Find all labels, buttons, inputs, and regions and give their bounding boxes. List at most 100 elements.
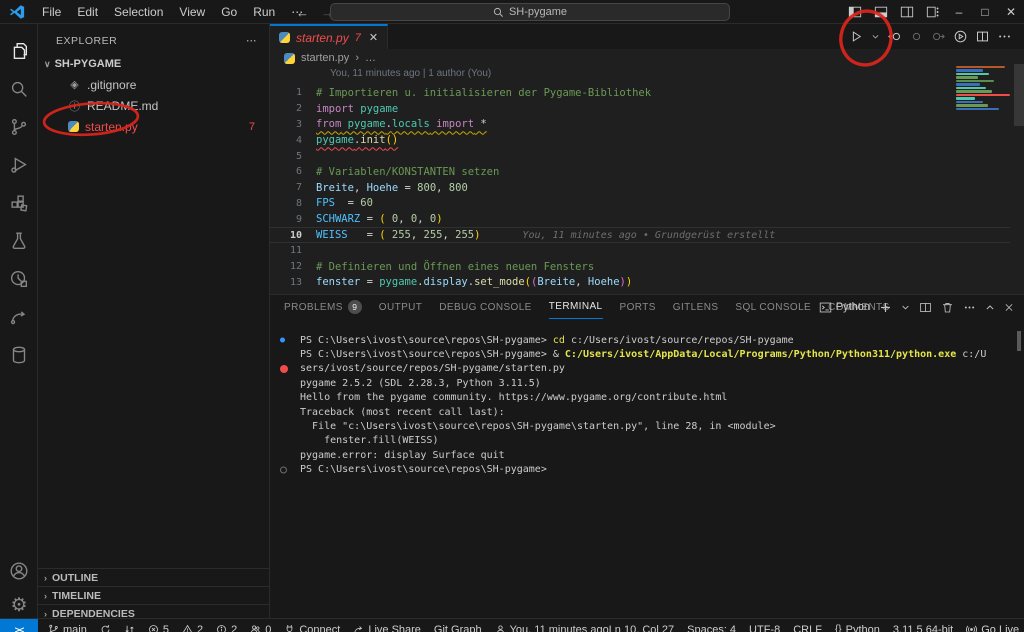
code-line[interactable]: 13fenster = pygame.display.set_mode((Bre… [270, 275, 1010, 291]
status-item-python[interactable]: {}Python [835, 624, 880, 632]
extensions-icon[interactable] [0, 186, 38, 220]
remote-indicator[interactable]: >< [0, 619, 38, 632]
toggle-secondary-sidebar-icon[interactable] [894, 0, 920, 24]
run-or-debug-button[interactable] [953, 29, 968, 44]
code-line[interactable]: 7Breite, Hoehe = 800, 800 [270, 180, 1010, 196]
run-python-file-button[interactable] [849, 29, 864, 44]
command-decoration-cmd[interactable] [280, 338, 285, 343]
status-item-spaces-4[interactable]: Spaces: 4 [687, 624, 736, 632]
search-icon[interactable] [0, 72, 38, 106]
code-line[interactable]: 6# Variablen/KONSTANTEN setzen [270, 164, 1010, 180]
command-decoration-prompt[interactable] [280, 466, 287, 473]
new-terminal-button[interactable] [879, 301, 892, 314]
next-change-button[interactable] [931, 29, 946, 44]
status-item-2[interactable]: 2 [182, 624, 203, 632]
code-line[interactable]: 4pygame.init() [270, 132, 1010, 148]
breadcrumb[interactable]: starten.py › … [284, 49, 376, 67]
explorer-icon[interactable] [0, 34, 38, 68]
code-line[interactable]: 2import pygame [270, 101, 1010, 117]
status-item-5[interactable]: 5 [148, 624, 169, 632]
code-inspect-icon[interactable] [0, 262, 38, 296]
menu-edit[interactable]: Edit [69, 0, 106, 24]
panel-tab-debug-console[interactable]: DEBUG CONSOLE [439, 295, 531, 319]
editor-scrollbar[interactable] [1014, 64, 1024, 126]
menu-go[interactable]: Go [213, 0, 245, 24]
status-item-ln-10-col-27[interactable]: Ln 10, Col 27 [609, 624, 674, 632]
customize-layout-icon[interactable] [920, 0, 946, 24]
status-item-git-graph[interactable]: Git Graph [434, 624, 482, 632]
status-item-live-share[interactable]: Live Share [353, 624, 421, 632]
testing-icon[interactable] [0, 224, 38, 258]
status-item-compare-icon[interactable] [124, 624, 135, 632]
code-content[interactable]: 1# Importieren u. initialisieren der Pyg… [270, 85, 1010, 290]
code-line[interactable]: 5 [270, 148, 1010, 164]
run-dropdown-chevron-icon[interactable] [871, 29, 880, 44]
panel-tab-gitlens[interactable]: GITLENS [673, 295, 719, 319]
open-change-icon[interactable] [909, 29, 924, 44]
menu-file[interactable]: File [34, 0, 69, 24]
minimap[interactable] [956, 66, 1010, 116]
source-control-icon[interactable] [0, 110, 38, 144]
status-item-utf-8[interactable]: UTF-8 [749, 624, 780, 632]
terminal-instance-python[interactable]: Python [819, 301, 870, 314]
live-share-icon[interactable] [0, 300, 38, 334]
settings-gear-icon[interactable]: ⚙ [0, 588, 38, 622]
panel-tab-ports[interactable]: PORTS [620, 295, 656, 319]
status-item-you-11-minutes-ago[interactable]: You, 11 minutes ago [495, 624, 609, 632]
status-item-main[interactable]: main [48, 624, 87, 632]
panel-tab-sql-console[interactable]: SQL CONSOLE [735, 295, 811, 319]
file-.gitignore[interactable]: .gitignore [38, 74, 269, 95]
file-README.md[interactable]: README.md [38, 95, 269, 116]
file-starten.py[interactable]: starten.py7 [38, 116, 269, 137]
maximize-button[interactable]: □ [972, 0, 998, 24]
database-icon[interactable] [0, 338, 38, 372]
tab-close-icon[interactable]: ✕ [369, 31, 378, 44]
menu-selection[interactable]: Selection [106, 0, 171, 24]
code-line[interactable]: 8FPS = 60 [270, 196, 1010, 212]
code-line[interactable]: 10WEISS = ( 255, 255, 255)You, 11 minute… [270, 227, 1010, 243]
panel-tab-output[interactable]: OUTPUT [379, 295, 423, 319]
split-editor-button[interactable] [975, 29, 990, 44]
toggle-sidebar-icon[interactable] [842, 0, 868, 24]
minimize-button[interactable]: – [946, 0, 972, 24]
editor-more-actions-icon[interactable] [997, 29, 1012, 44]
code-line[interactable]: 9SCHWARZ = ( 0, 0, 0) [270, 211, 1010, 227]
status-item-2[interactable]: 2 [216, 624, 237, 632]
previous-change-button[interactable] [887, 29, 902, 44]
terminal-scrollbar[interactable] [1017, 331, 1021, 351]
menu-view[interactable]: View [171, 0, 213, 24]
section-outline[interactable]: ›OUTLINE [38, 568, 269, 586]
section-timeline[interactable]: ›TIMELINE [38, 586, 269, 604]
toggle-panel-icon[interactable] [868, 0, 894, 24]
close-button[interactable]: ✕ [998, 0, 1024, 24]
status-item-0[interactable]: 0 [250, 624, 271, 632]
status-item-crlf[interactable]: CRLF [793, 624, 822, 632]
code-line[interactable]: 11 [270, 243, 1010, 259]
split-terminal-button[interactable] [919, 301, 932, 314]
status-item-3-11-5-64-bit[interactable]: 3.11.5 64-bit [893, 624, 953, 632]
panel-more-actions-icon[interactable] [963, 301, 976, 314]
gitlens-authors-lens[interactable]: You, 11 minutes ago | 1 author (You) [330, 68, 491, 84]
status-item-connect[interactable]: Connect [284, 624, 340, 632]
command-center-search[interactable]: SH-pygame [330, 3, 730, 21]
terminal-dropdown-chevron-icon[interactable] [901, 301, 910, 314]
menu-run[interactable]: Run [245, 0, 283, 24]
run-and-debug-icon[interactable] [0, 148, 38, 182]
explorer-more-actions-icon[interactable]: ⋯ [246, 35, 257, 47]
kill-terminal-trash-icon[interactable] [941, 301, 954, 314]
code-line[interactable]: 12# Definieren und Öffnen eines neuen Fe… [270, 259, 1010, 275]
back-arrow-icon[interactable]: ← [296, 5, 309, 20]
panel-tab-terminal[interactable]: TERMINAL [549, 295, 603, 319]
tab-starten-py[interactable]: starten.py 7 ✕ [270, 24, 388, 49]
terminal-output[interactable]: PS C:\Users\ivost\source\repos\SH-pygame… [270, 333, 1010, 477]
workspace-folder[interactable]: ∨ SH-PYGAME [38, 54, 269, 74]
status-item-sync-icon[interactable] [100, 624, 111, 632]
command-decoration-err[interactable] [280, 365, 288, 373]
code-line[interactable]: 3from pygame.locals import * [270, 117, 1010, 133]
account-icon[interactable] [0, 554, 38, 588]
maximize-panel-chevron-icon[interactable] [985, 301, 995, 314]
status-item-go-live[interactable]: Go Live [966, 624, 1019, 632]
close-panel-icon[interactable] [1004, 301, 1014, 314]
code-line[interactable]: 1# Importieren u. initialisieren der Pyg… [270, 85, 1010, 101]
panel-tab-problems[interactable]: PROBLEMS9 [284, 295, 362, 319]
